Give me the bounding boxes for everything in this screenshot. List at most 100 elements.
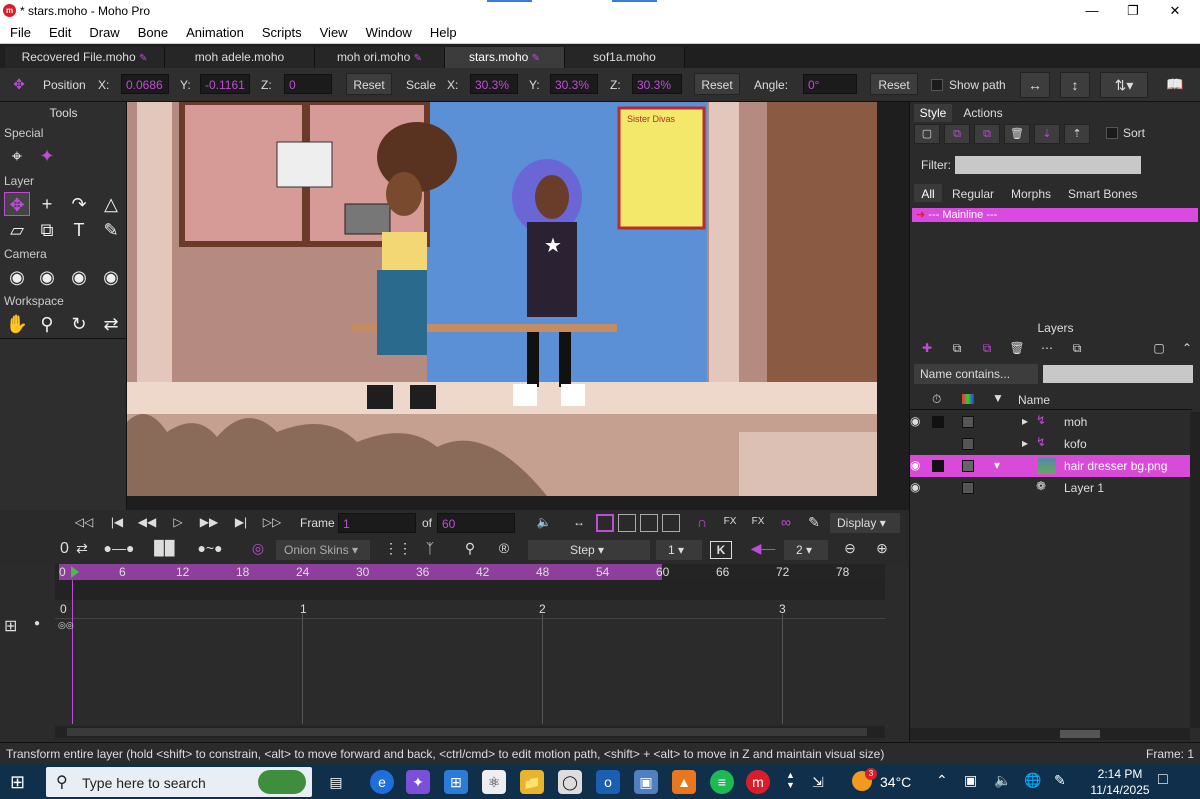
edge-icon[interactable]: e — [370, 770, 394, 794]
file-explorer-icon[interactable]: 📁 — [520, 770, 544, 794]
sort-down-icon[interactable]: ▼ — [992, 391, 1004, 405]
trash-layer-icon[interactable]: 🗑 — [1004, 339, 1030, 359]
copy-layer-icon[interactable]: ⧉ — [974, 339, 1000, 359]
layer-search-input[interactable] — [1043, 365, 1193, 383]
scroll-thumb[interactable] — [67, 728, 867, 736]
scroll-arrows-icon[interactable]: ▲ ▼ — [786, 770, 795, 790]
next-frame-icon[interactable]: ▶▶ — [197, 512, 221, 534]
transform-layer-tool-icon[interactable]: ✥ — [4, 192, 30, 216]
filter-tab-smart-bones[interactable]: Smart Bones — [1068, 187, 1137, 201]
menu-animation[interactable]: Animation — [176, 22, 252, 40]
align-options-icon[interactable]: ⇅▾ — [1100, 72, 1148, 98]
clock[interactable]: 2:14 PM 11/14/2025 — [1088, 766, 1152, 798]
camera-track-icon[interactable]: ◉ — [4, 265, 30, 289]
total-frames-field[interactable]: 60 — [437, 513, 515, 533]
display-dropdown[interactable]: Display ▾ — [830, 513, 900, 533]
filter-input[interactable] — [955, 156, 1141, 174]
crop-icon[interactable]: ⌖ — [4, 144, 30, 168]
moho-taskbar-icon[interactable]: m — [746, 770, 770, 794]
key-back-icon[interactable]: ◀— — [748, 538, 778, 560]
help-book-icon[interactable]: 📖 — [1160, 72, 1190, 98]
angle-field[interactable]: 0° — [803, 74, 857, 94]
layer-link-icon[interactable]: ⧉ — [34, 218, 60, 242]
scale-x-field[interactable]: 30.3% — [470, 74, 518, 94]
outlook-icon[interactable]: o — [596, 770, 620, 794]
scale-reset-button[interactable]: Reset — [694, 73, 740, 95]
eyedropper-icon[interactable]: ✎ — [98, 218, 124, 242]
loop-icon[interactable]: ⇄ — [72, 538, 92, 560]
collapse-icon[interactable]: ⌃ — [1174, 339, 1200, 359]
split-horizontal-icon[interactable] — [640, 514, 658, 532]
key-count-dropdown[interactable]: 2 ▾ — [784, 540, 828, 560]
show-path-checkbox[interactable] — [931, 79, 943, 91]
store-icon[interactable]: ⊞ — [444, 770, 468, 794]
tab-moh-ori[interactable]: moh ori.moho ✎ — [315, 47, 445, 68]
notifications-icon[interactable]: □ — [1158, 771, 1168, 789]
scale-y-field[interactable]: 30.3% — [550, 74, 598, 94]
menu-scripts[interactable]: Scripts — [252, 22, 310, 40]
rotate-layer-icon[interactable]: ↷ — [66, 192, 92, 216]
angle-reset-button[interactable]: Reset — [870, 73, 918, 95]
sort-checkbox[interactable] — [1106, 127, 1118, 139]
curve-icon[interactable]: ∩ — [690, 512, 714, 534]
onion-skins-dropdown[interactable]: Onion Skins ▾ — [276, 540, 370, 560]
pen-icon[interactable]: ✎ — [1054, 772, 1066, 789]
mainline-row[interactable]: ➜ --- Mainline --- — [912, 208, 1198, 222]
copilot-icon[interactable]: ✦ — [406, 770, 430, 794]
expand-arrow-icon[interactable]: ▸ — [1022, 436, 1028, 450]
expand-arrow-down-icon[interactable]: ▾ — [994, 458, 1000, 472]
remote-icon[interactable]: ▣ — [634, 770, 658, 794]
menu-help[interactable]: Help — [420, 22, 465, 40]
sequence-icon[interactable]: ⋮⋮ — [384, 538, 412, 560]
eye-icon[interactable]: ◉ — [910, 458, 920, 472]
insert-action-icon[interactable]: ⇣ — [1034, 124, 1060, 144]
playhead-marker-icon[interactable] — [71, 566, 79, 578]
step-dropdown[interactable]: Step ▾ — [528, 540, 650, 560]
tab-style[interactable]: Style — [914, 104, 952, 122]
hand-icon[interactable]: ✋ — [4, 312, 30, 336]
spotify-icon[interactable]: ≡ — [710, 770, 734, 794]
close-button[interactable]: ✕ — [1155, 0, 1195, 22]
play-icon[interactable]: ▷ — [166, 512, 190, 534]
smart-bone-icon[interactable]: ᛉ — [416, 538, 444, 560]
more-options-icon[interactable]: ⋯ — [1034, 339, 1060, 359]
keyframe-icon[interactable]: ◎◎ — [58, 620, 74, 631]
duplicate-action-icon[interactable]: ⧉ — [944, 124, 970, 144]
rewind-icon[interactable]: ◁◁ — [72, 512, 96, 534]
tab-sof1a[interactable]: sof1a.moho — [565, 47, 685, 68]
trash-action-icon[interactable]: 🗑 — [1004, 124, 1030, 144]
fx-square-icon[interactable]: FX — [746, 512, 770, 534]
volume-icon[interactable]: 🔈 — [994, 772, 1011, 789]
tab-actions[interactable]: Actions — [956, 104, 1010, 122]
flip-horizontal-icon[interactable]: ↔ — [1020, 72, 1050, 98]
shear-icon[interactable]: △ — [98, 192, 124, 216]
text-icon[interactable]: T — [66, 218, 92, 242]
flip-vertical-icon[interactable]: ↕ — [1060, 72, 1090, 98]
menu-bone[interactable]: Bone — [128, 22, 176, 40]
phone-link-icon[interactable]: ⇲ — [806, 770, 830, 794]
tab-recovered[interactable]: Recovered File.moho ✎ — [5, 47, 165, 68]
export-action-icon[interactable]: ⇡ — [1064, 124, 1090, 144]
timeline-hscrollbar[interactable] — [55, 726, 885, 738]
menu-edit[interactable]: Edit — [39, 22, 79, 40]
app-circle-icon[interactable]: ◯ — [558, 770, 582, 794]
step-interp-icon[interactable]: ▉▉ — [145, 538, 185, 560]
copy-action-icon[interactable]: ⧉ — [974, 124, 1000, 144]
position-reset-button[interactable]: Reset — [346, 73, 392, 95]
maximize-button[interactable]: ❐ — [1113, 0, 1153, 22]
camera-zoom-icon[interactable]: ◉ — [34, 265, 60, 289]
layer-visibility-swatch[interactable] — [962, 416, 974, 428]
duplicate-layer-icon[interactable]: ⧉ — [944, 339, 970, 359]
step-value-dropdown[interactable]: 1 ▾ — [656, 540, 702, 560]
translate-icon[interactable]: + — [34, 192, 60, 216]
filter-tab-regular[interactable]: Regular — [952, 187, 994, 201]
frame-field[interactable]: 1 — [338, 513, 416, 533]
orbit-icon[interactable]: ⇄ — [98, 312, 124, 336]
eye-icon[interactable]: ◉ — [910, 480, 920, 494]
position-y-field[interactable]: -0.1161 — [200, 74, 250, 94]
audio-icon[interactable]: 🔈 — [532, 512, 556, 534]
layer-visibility-swatch[interactable] — [962, 438, 974, 450]
prev-frame-icon[interactable]: ◀◀ — [135, 512, 159, 534]
filter-tab-morphs[interactable]: Morphs — [1011, 187, 1051, 201]
rotate-workspace-icon[interactable]: ↻ — [66, 312, 92, 336]
